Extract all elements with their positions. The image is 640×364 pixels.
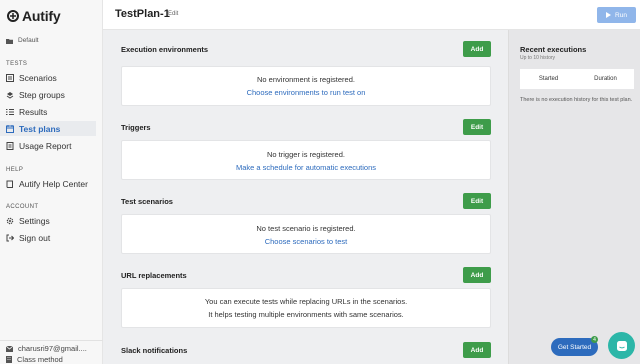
account-section-label: ACCOUNT xyxy=(6,204,39,210)
choose-scenarios-link[interactable]: Choose scenarios to test xyxy=(122,237,490,246)
recent-executions-subtitle: Up to 10 history xyxy=(520,55,556,61)
sidebar-item-sign-out[interactable]: Sign out xyxy=(0,230,96,245)
project-name: Default xyxy=(18,37,39,44)
sidebar-item-label: Usage Report xyxy=(19,140,72,151)
sidebar-item-label: Settings xyxy=(19,215,50,226)
page-title: TestPlan-1 xyxy=(115,8,170,20)
sidebar-item-settings[interactable]: Settings xyxy=(0,213,96,228)
user-email[interactable]: charusri97@gmail.... xyxy=(6,344,87,353)
app-logo[interactable]: Autify xyxy=(6,8,61,24)
run-button[interactable]: Run xyxy=(597,7,636,23)
sidebar-item-label: Step groups xyxy=(19,89,65,100)
sidebar-item-step-groups[interactable]: Step groups xyxy=(0,87,96,102)
url-replacements-card: You can execute tests while replacing UR… xyxy=(121,288,491,328)
book-icon xyxy=(6,180,14,188)
executions-table-header: Started Duration xyxy=(520,69,634,89)
notification-badge: 4 xyxy=(591,336,598,343)
sign-out-icon xyxy=(6,234,14,242)
add-environment-button[interactable]: Add xyxy=(463,41,491,57)
executions-empty-message: There is no execution history for this t… xyxy=(520,97,633,103)
chat-launcher-button[interactable] xyxy=(608,332,635,359)
recent-executions-panel: Recent executions Up to 10 history Start… xyxy=(508,30,640,364)
scenarios-title: Test scenarios xyxy=(121,197,173,206)
environments-empty-message: No environment is registered. xyxy=(257,75,355,84)
mail-icon xyxy=(6,345,13,352)
url-replacements-title: URL replacements xyxy=(121,271,187,280)
sidebar-item-scenarios[interactable]: Scenarios xyxy=(0,70,96,85)
report-icon xyxy=(6,141,14,150)
sidebar-item-usage-report[interactable]: Usage Report xyxy=(0,138,96,153)
sidebar-item-results[interactable]: Results xyxy=(0,104,96,119)
play-icon xyxy=(606,12,612,18)
edit-triggers-button[interactable]: Edit xyxy=(463,119,491,135)
user-org-text: Class method xyxy=(17,355,63,364)
main-content: Execution environments Add No environmen… xyxy=(103,30,508,364)
make-schedule-link[interactable]: Make a schedule for automatic executions xyxy=(122,163,490,172)
url-replacements-line1: You can execute tests while replacing UR… xyxy=(204,297,408,306)
calendar-icon xyxy=(6,124,14,133)
column-duration: Duration xyxy=(594,76,617,82)
triggers-empty-message: No trigger is registered. xyxy=(267,150,345,159)
sidebar-item-label: Results xyxy=(19,106,48,117)
environments-title: Execution environments xyxy=(121,45,209,54)
sidebar-item-test-plans[interactable]: Test plans xyxy=(0,121,96,136)
sidebar-item-label: Scenarios xyxy=(19,72,57,83)
recent-executions-title: Recent executions xyxy=(520,45,587,54)
chat-icon xyxy=(616,340,627,351)
autify-logo-icon xyxy=(7,10,19,22)
user-info-divider xyxy=(0,340,103,341)
edit-scenarios-button[interactable]: Edit xyxy=(463,193,491,209)
gear-icon xyxy=(6,217,14,225)
user-org[interactable]: Class method xyxy=(6,355,63,364)
add-url-replacement-button[interactable]: Add xyxy=(463,267,491,283)
choose-environments-link[interactable]: Choose environments to run test on xyxy=(122,88,490,97)
sidebar: Autify Default TESTS Scenarios Step grou… xyxy=(0,0,103,364)
column-started: Started xyxy=(538,76,559,82)
top-header: TestPlan-1 Edit Run xyxy=(103,0,640,30)
add-slack-button[interactable]: Add xyxy=(463,342,491,358)
user-email-text: charusri97@gmail.... xyxy=(18,344,87,353)
scenarios-card: No test scenario is registered. Choose s… xyxy=(121,214,491,254)
results-icon xyxy=(6,108,14,116)
building-icon xyxy=(6,356,12,363)
url-replacements-line2: It helps testing multiple environments w… xyxy=(208,310,404,319)
project-selector[interactable]: Default xyxy=(6,37,39,44)
run-button-label: Run xyxy=(615,11,627,19)
sidebar-item-label: Sign out xyxy=(19,232,51,243)
sidebar-item-label: Test plans xyxy=(19,123,61,134)
triggers-title: Triggers xyxy=(121,123,151,132)
triggers-card: No trigger is registered. Make a schedul… xyxy=(121,140,491,180)
slack-title: Slack notifications xyxy=(121,346,188,355)
scenarios-empty-message: No test scenario is registered. xyxy=(256,224,356,233)
app-name: Autify xyxy=(22,8,61,24)
tests-section-label: TESTS xyxy=(6,61,28,67)
scenarios-icon xyxy=(6,73,14,82)
sidebar-item-help-center[interactable]: Autify Help Center xyxy=(0,176,96,191)
sidebar-item-label: Autify Help Center xyxy=(19,178,88,189)
step-groups-icon xyxy=(6,91,14,99)
folder-icon xyxy=(6,38,13,44)
edit-title-link[interactable]: Edit xyxy=(168,11,178,17)
help-section-label: HELP xyxy=(6,167,24,173)
environments-card: No environment is registered. Choose env… xyxy=(121,66,491,106)
